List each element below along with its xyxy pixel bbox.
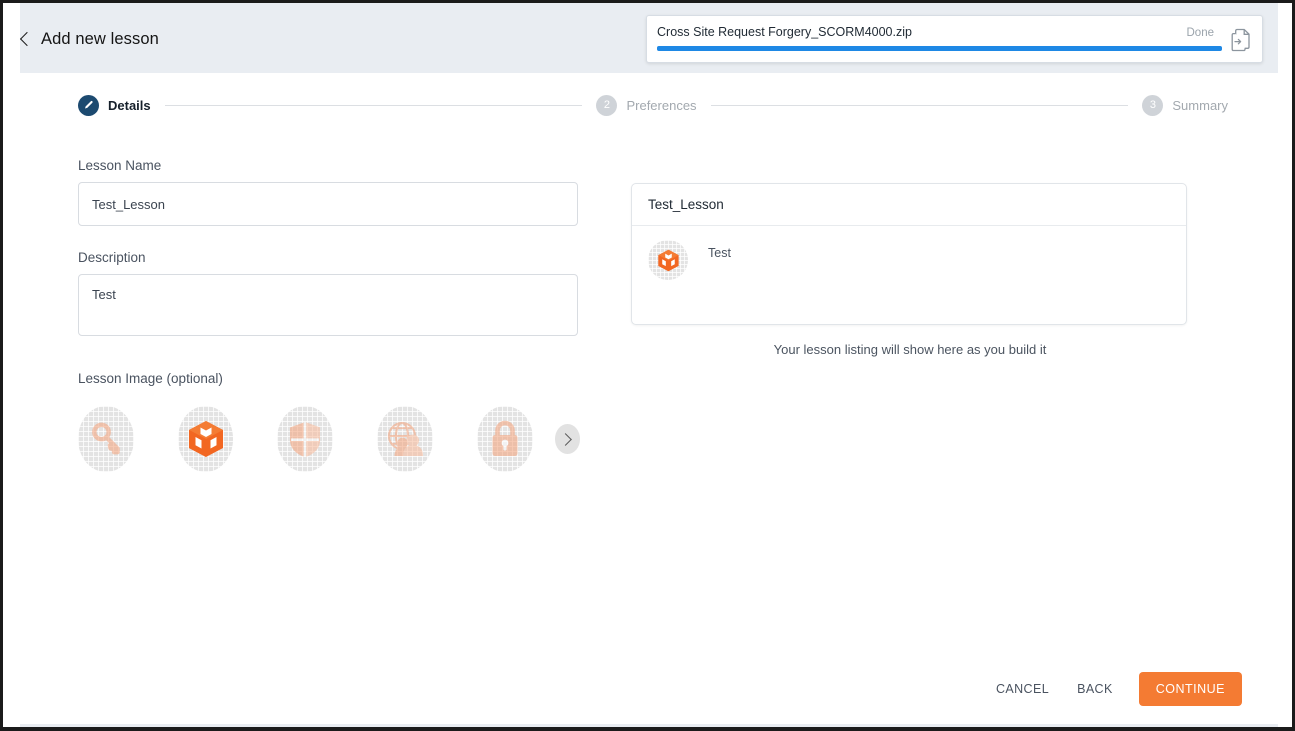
left-gutter [3,3,20,727]
lesson-image-label: Lesson Image (optional) [78,371,580,386]
lesson-image-picker [78,406,580,472]
preview-body: Test [632,226,1186,324]
cube-box-icon [648,240,688,280]
right-gutter [1278,3,1292,727]
wizard-stepper: Details 2 Preferences 3 Summary [78,90,1228,120]
step-summary[interactable]: 3 Summary [1142,95,1228,116]
wizard-footer-actions: CANCEL BACK CONTINUE [982,672,1242,706]
lesson-preview-panel: Test_Lesson Test Your [631,183,1189,357]
step-summary-label: Summary [1172,98,1228,113]
upload-progress-fill [657,46,1222,51]
lesson-image-option-cube[interactable] [178,406,234,472]
lesson-preview-card: Test_Lesson Test [631,183,1187,325]
lesson-image-option-shield[interactable] [277,406,333,472]
upload-progress-toast: Cross Site Request Forgery_SCORM4000.zip… [646,15,1263,63]
lesson-image-option-padlock[interactable] [477,406,533,472]
upload-filename: Cross Site Request Forgery_SCORM4000.zip [657,25,912,39]
frame-bottom [0,727,1295,731]
step-summary-number: 3 [1142,95,1163,116]
lesson-image-next-button[interactable] [555,424,580,454]
frame-top [0,0,1295,3]
lesson-image-option-key[interactable] [78,406,134,472]
step-preferences-number: 2 [596,95,617,116]
step-preferences[interactable]: 2 Preferences [596,95,696,116]
description-label: Description [78,250,580,265]
step-connector-2 [711,105,1129,106]
step-details[interactable]: Details [78,95,151,116]
back-button[interactable]: BACK [1063,673,1127,705]
cancel-button[interactable]: CANCEL [982,673,1063,705]
description-textarea[interactable] [78,274,578,336]
page-title: Add new lesson [41,30,159,49]
preview-lesson-title: Test_Lesson [632,184,1186,226]
frame-left [0,0,3,731]
upload-status-label: Done [1187,27,1215,39]
back-to-lessons-link[interactable]: Add new lesson [20,30,159,49]
lesson-image-option-globe-people[interactable] [377,406,433,472]
continue-button[interactable]: CONTINUE [1139,672,1242,706]
lesson-name-label: Lesson Name [78,158,580,173]
lesson-wizard-card: Details 2 Preferences 3 Summary Lesson N… [20,73,1278,724]
app-screen: Add new lesson Cross Site Request Forger… [0,0,1295,731]
pencil-icon [78,95,99,116]
lesson-name-input[interactable] [78,182,578,226]
step-preferences-label: Preferences [626,98,696,113]
copy-file-icon[interactable] [1229,27,1253,53]
preview-lesson-description: Test [708,240,731,260]
chevron-left-icon [20,31,30,48]
step-details-label: Details [108,98,151,113]
upload-progress-track [657,46,1222,51]
lesson-details-form: Lesson Name Description Lesson Image (op… [78,158,580,472]
preview-hint-text: Your lesson listing will show here as yo… [631,342,1189,357]
step-connector-1 [165,105,583,106]
